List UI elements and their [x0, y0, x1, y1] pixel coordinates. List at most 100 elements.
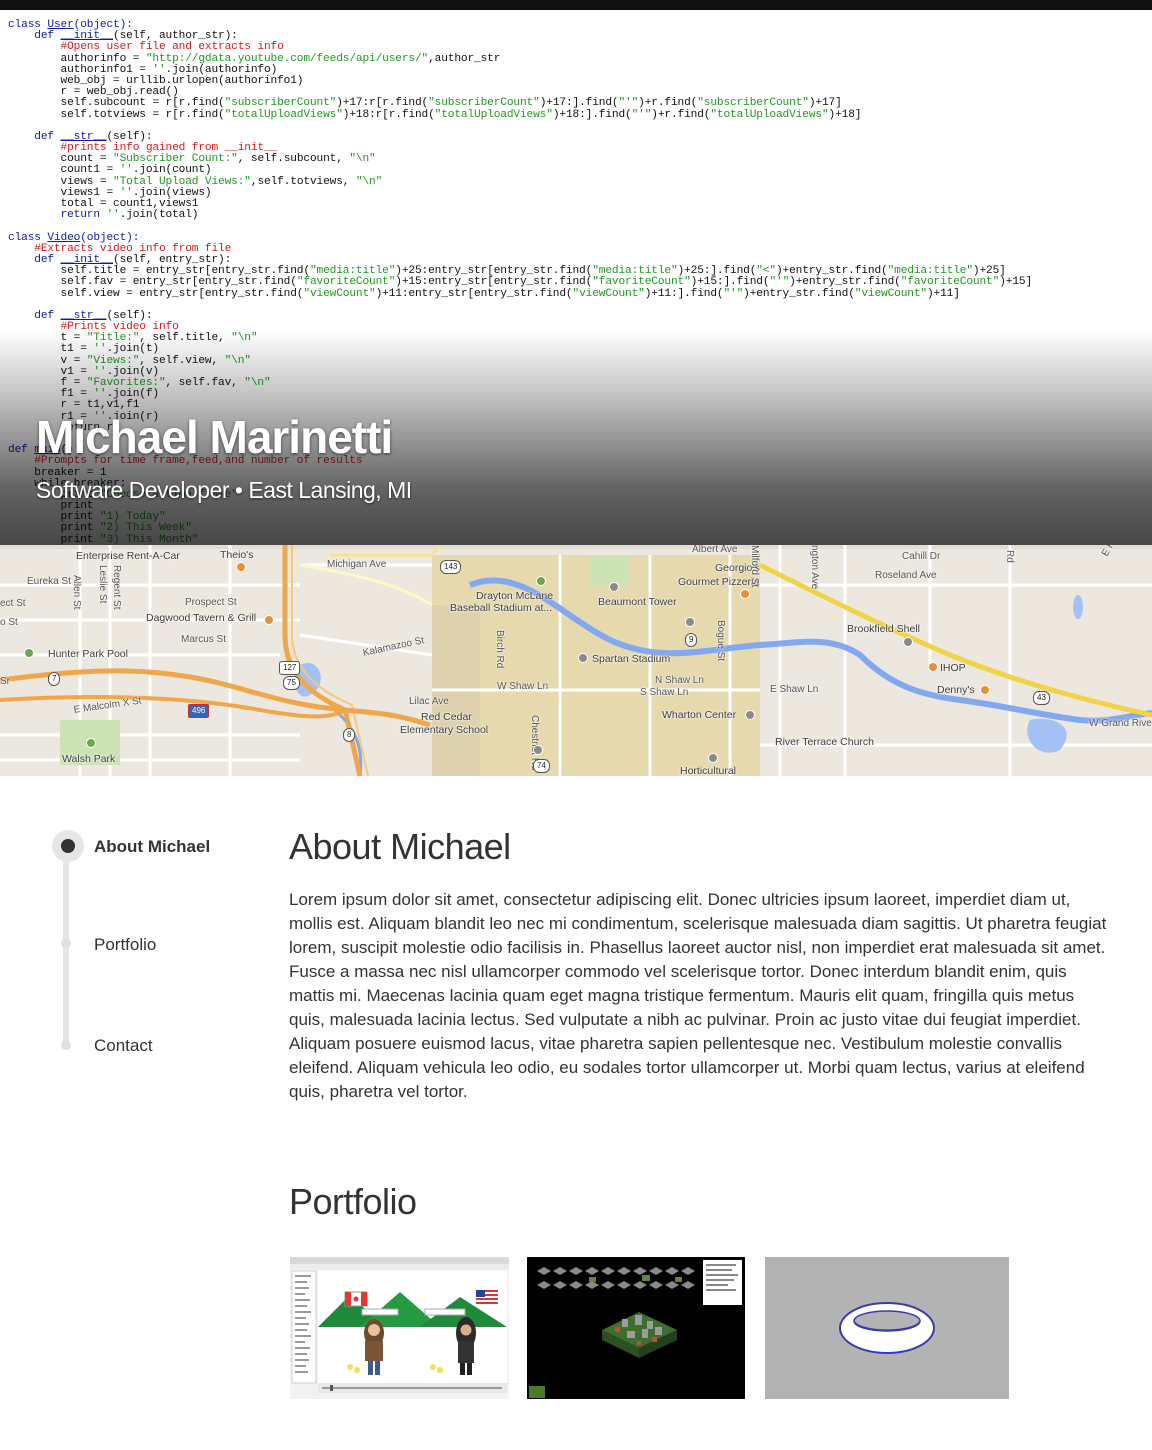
code-token: .join(total) [119, 209, 199, 222]
code-token: #Extracts video info from file [8, 242, 232, 255]
map-label: Bogue St [715, 620, 726, 662]
hero-banner: class User(object): def __init__(self, a… [0, 0, 1152, 545]
code-token: views1 = [8, 186, 120, 199]
map-route-shield: 43 [1033, 691, 1050, 705]
map-label: IHOP [940, 662, 966, 674]
map-label: S Shaw Ln [640, 687, 689, 698]
map-label: Regent St [111, 565, 122, 610]
map-poi-marker[interactable] [536, 576, 546, 586]
map-label: Theio's [220, 549, 254, 561]
map-poi-marker[interactable] [745, 710, 755, 720]
map-poi-marker[interactable] [609, 582, 619, 592]
code-token: "favoriteCount" [900, 276, 1000, 289]
code-token: )+25:].find( [677, 265, 757, 278]
code-token: (object): [80, 231, 140, 244]
code-token: "totalUploadViews" [224, 108, 343, 121]
location-map[interactable]: Enterprise Rent-A-Car Theio's Michigan Ave… [0, 545, 1152, 776]
map-label: ect St [0, 598, 26, 609]
map-label: Spartan Stadium [592, 653, 671, 665]
code-token: class [8, 231, 48, 244]
about-body-text: Lorem ipsum dolor sit amet, consectetur … [289, 890, 1107, 1101]
portfolio-thumb-torus-render[interactable] [765, 1257, 1009, 1399]
code-token: def [8, 130, 61, 143]
code-token: "media:title" [592, 265, 678, 278]
code-token: self.fav = entry_str[entry_str.find( [8, 276, 297, 289]
map-label: Wharton Center [662, 709, 737, 721]
code-token: )+17:].find( [539, 97, 619, 110]
map-label: Marcus St [181, 634, 227, 645]
isometric-game-preview-image [527, 1257, 745, 1399]
nav-item-about[interactable]: About Michael [94, 837, 210, 857]
code-token: "subscriberCount" [224, 97, 337, 110]
code-token: views = [8, 175, 114, 188]
code-token: __init__ [60, 30, 114, 43]
map-label: Walsh Park [62, 753, 116, 765]
map-route-shield: 496 [188, 704, 210, 718]
code-token: )+11:].find( [644, 287, 724, 300]
map-label: Gourmet Pizzeria [678, 576, 760, 588]
code-token: )+entry_str.find( [789, 276, 901, 289]
map-label: N Shaw Ln [655, 675, 704, 686]
code-token: "'" [631, 108, 652, 121]
code-token: '' [119, 186, 133, 199]
map-label: River Terrace Church [775, 736, 875, 748]
code-token: self.totviews = r[r.find( [8, 108, 225, 121]
code-token: "subscriberCount" [428, 97, 540, 110]
map-label: E Shaw Ln [770, 684, 819, 695]
code-token: "media:title" [309, 265, 396, 278]
map-label: Dagwood Tavern & Grill [146, 612, 257, 624]
map-label: Roseland Ave [875, 570, 937, 581]
code-token: )+15:].find( [690, 276, 770, 289]
nav-item-contact[interactable]: Contact [94, 1036, 153, 1056]
code-token: )+r.find( [638, 97, 698, 110]
map-poi-marker[interactable] [578, 653, 588, 663]
nav-item-portfolio[interactable]: Portfolio [94, 935, 156, 955]
code-token: "totalUploadViews" [434, 108, 553, 121]
map-label: Sr [0, 676, 10, 687]
code-token: r = web_obj.read() [8, 86, 179, 99]
map-poi-marker[interactable] [685, 617, 695, 627]
map-poi-marker[interactable] [86, 738, 96, 748]
map-poi-marker[interactable] [24, 648, 34, 658]
code-token: '' [119, 164, 133, 177]
cartoon-app-preview-image [290, 1257, 509, 1399]
map-poi-marker[interactable] [708, 753, 718, 763]
map-poi-marker[interactable] [236, 562, 246, 572]
map-label: Allen St [71, 575, 82, 610]
code-token: )+entry_str.find( [775, 265, 888, 278]
portfolio-thumb-cartoon-app[interactable] [290, 1257, 509, 1399]
map-label: Brookfield Shell [847, 623, 920, 635]
code-token: "'" [618, 97, 639, 110]
code-token: __str__ [60, 309, 107, 322]
map-poi-marker[interactable] [928, 662, 938, 672]
code-token: def [8, 309, 61, 322]
map-label: Prospect St [185, 597, 237, 608]
code-token: #Opens user file and extracts info [8, 41, 284, 54]
code-token: (self): [106, 130, 153, 143]
code-token: web_obj = urllib.urlopen(authorinfo1) [8, 74, 304, 87]
map-poi-marker[interactable] [980, 685, 990, 695]
map-poi-marker[interactable] [903, 637, 913, 647]
hero-name: Michael Marinetti [36, 411, 393, 463]
nav-dot-contact[interactable] [61, 1040, 71, 1050]
map-poi-marker[interactable] [533, 745, 543, 755]
map-label: Drayton McLane [476, 590, 554, 602]
nav-dot-about[interactable] [61, 839, 75, 853]
map-poi-marker[interactable] [740, 589, 750, 599]
torus-render-preview-image [765, 1257, 1009, 1399]
code-token: '' [106, 209, 120, 222]
nav-dot-portfolio[interactable] [61, 938, 71, 948]
code-token: (self, author_str): [113, 30, 238, 43]
map-poi-marker[interactable] [264, 615, 274, 625]
code-token: self.subcount = r[r.find( [8, 97, 225, 110]
portfolio-thumb-isometric-game[interactable] [527, 1257, 745, 1399]
map-label: Albert Ave [692, 545, 738, 555]
code-token: '' [152, 63, 166, 76]
code-token: authorinfo1 = [8, 63, 153, 76]
map-label: Milford St [749, 545, 760, 588]
map-route-shield: 127 [279, 661, 301, 675]
code-token: "Subscriber Count:" [113, 153, 238, 166]
code-token: )+15] [999, 276, 1033, 289]
